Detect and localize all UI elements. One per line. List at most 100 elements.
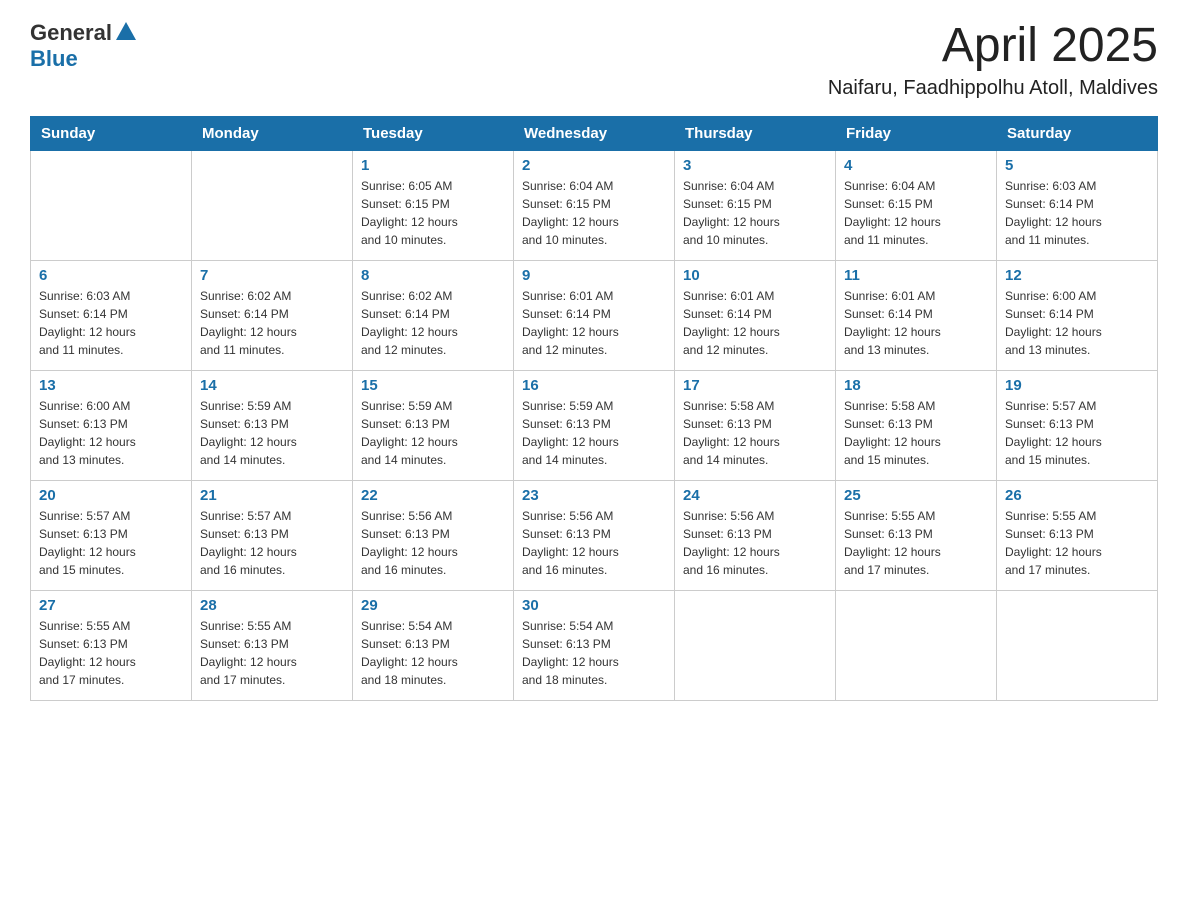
calendar-cell: [192, 150, 353, 260]
calendar-cell: 8 Sunrise: 6:02 AM Sunset: 6:14 PM Daylig…: [353, 260, 514, 370]
calendar-cell: [997, 590, 1158, 700]
day-number: 23: [522, 487, 666, 504]
day-info: Sunrise: 5:59 AM Sunset: 6:13 PM Dayligh…: [200, 397, 344, 469]
calendar-cell: 18 Sunrise: 5:58 AM Sunset: 6:13 PM Dayli…: [836, 370, 997, 480]
calendar-row: 1 Sunrise: 6:05 AM Sunset: 6:15 PM Daylig…: [31, 150, 1158, 260]
calendar-row: 13Sunrise: 6:00 AM Sunset: 6:13 PM Dayli…: [31, 370, 1158, 480]
day-number: 2: [522, 157, 666, 174]
day-number: 1: [361, 157, 505, 174]
day-info: Sunrise: 5:58 AM Sunset: 6:13 PM Dayligh…: [683, 397, 827, 469]
calendar-cell: 12 Sunrise: 6:00 AM Sunset: 6:14 PM Dayli…: [997, 260, 1158, 370]
day-number: 10: [683, 267, 827, 284]
day-info: Sunrise: 6:04 AM Sunset: 6:15 PM Dayligh…: [522, 177, 666, 249]
day-info: Sunrise: 5:57 AM Sunset: 6:13 PM Dayligh…: [200, 507, 344, 579]
weekday-header: Monday: [192, 116, 353, 150]
day-number: 6: [39, 267, 183, 284]
day-number: 16: [522, 377, 666, 394]
day-info: Sunrise: 5:57 AM Sunset: 6:13 PM Dayligh…: [1005, 397, 1149, 469]
day-number: 12: [1005, 267, 1149, 284]
calendar-body: 1 Sunrise: 6:05 AM Sunset: 6:15 PM Daylig…: [31, 150, 1158, 700]
day-info: Sunrise: 5:59 AM Sunset: 6:13 PM Dayligh…: [522, 397, 666, 469]
day-number: 17: [683, 377, 827, 394]
calendar-row: 6Sunrise: 6:03 AM Sunset: 6:14 PM Daylig…: [31, 260, 1158, 370]
day-info: Sunrise: 6:02 AM Sunset: 6:14 PM Dayligh…: [361, 287, 505, 359]
day-number: 26: [1005, 487, 1149, 504]
day-info: Sunrise: 6:04 AM Sunset: 6:15 PM Dayligh…: [844, 177, 988, 249]
calendar-cell: 10 Sunrise: 6:01 AM Sunset: 6:14 PM Dayli…: [675, 260, 836, 370]
day-info: Sunrise: 6:03 AM Sunset: 6:14 PM Dayligh…: [1005, 177, 1149, 249]
logo: General Blue: [30, 20, 136, 72]
calendar-cell: 21 Sunrise: 5:57 AM Sunset: 6:13 PM Dayli…: [192, 480, 353, 590]
calendar-cell: 5 Sunrise: 6:03 AM Sunset: 6:14 PM Daylig…: [997, 150, 1158, 260]
calendar-header: SundayMondayTuesdayWednesdayThursdayFrid…: [31, 116, 1158, 150]
page-header: General Blue April 2025 Naifaru, Faadhip…: [30, 20, 1158, 100]
day-number: 27: [39, 597, 183, 614]
day-number: 28: [200, 597, 344, 614]
day-number: 13: [39, 377, 183, 394]
day-info: Sunrise: 5:59 AM Sunset: 6:13 PM Dayligh…: [361, 397, 505, 469]
weekday-header: Tuesday: [353, 116, 514, 150]
calendar-cell: 13Sunrise: 6:00 AM Sunset: 6:13 PM Dayli…: [31, 370, 192, 480]
day-info: Sunrise: 6:01 AM Sunset: 6:14 PM Dayligh…: [683, 287, 827, 359]
day-number: 5: [1005, 157, 1149, 174]
day-info: Sunrise: 6:04 AM Sunset: 6:15 PM Dayligh…: [683, 177, 827, 249]
calendar-cell: 27 Sunrise: 5:55 AM Sunset: 6:13 PM Dayli…: [31, 590, 192, 700]
month-title: April 2025: [828, 20, 1158, 73]
day-number: 15: [361, 377, 505, 394]
calendar-cell: 4 Sunrise: 6:04 AM Sunset: 6:15 PM Daylig…: [836, 150, 997, 260]
logo-triangle-icon: [116, 22, 136, 45]
day-number: 8: [361, 267, 505, 284]
weekday-header: Friday: [836, 116, 997, 150]
day-number: 11: [844, 267, 988, 284]
day-info: Sunrise: 5:55 AM Sunset: 6:13 PM Dayligh…: [200, 617, 344, 689]
calendar-cell: [31, 150, 192, 260]
day-info: Sunrise: 5:57 AM Sunset: 6:13 PM Dayligh…: [39, 507, 183, 579]
calendar-table: SundayMondayTuesdayWednesdayThursdayFrid…: [30, 116, 1158, 701]
day-number: 4: [844, 157, 988, 174]
day-number: 25: [844, 487, 988, 504]
calendar-cell: 22Sunrise: 5:56 AM Sunset: 6:13 PM Dayli…: [353, 480, 514, 590]
calendar-cell: 17 Sunrise: 5:58 AM Sunset: 6:13 PM Dayli…: [675, 370, 836, 480]
day-info: Sunrise: 5:56 AM Sunset: 6:13 PM Dayligh…: [361, 507, 505, 579]
day-number: 7: [200, 267, 344, 284]
weekday-header: Saturday: [997, 116, 1158, 150]
calendar-row: 27 Sunrise: 5:55 AM Sunset: 6:13 PM Dayli…: [31, 590, 1158, 700]
day-number: 9: [522, 267, 666, 284]
day-info: Sunrise: 5:55 AM Sunset: 6:13 PM Dayligh…: [1005, 507, 1149, 579]
day-number: 3: [683, 157, 827, 174]
day-number: 14: [200, 377, 344, 394]
calendar-cell: [836, 590, 997, 700]
calendar-cell: 29 Sunrise: 5:54 AM Sunset: 6:13 PM Dayli…: [353, 590, 514, 700]
day-info: Sunrise: 6:00 AM Sunset: 6:14 PM Dayligh…: [1005, 287, 1149, 359]
day-info: Sunrise: 5:55 AM Sunset: 6:13 PM Dayligh…: [844, 507, 988, 579]
day-info: Sunrise: 5:54 AM Sunset: 6:13 PM Dayligh…: [522, 617, 666, 689]
calendar-cell: 3 Sunrise: 6:04 AM Sunset: 6:15 PM Daylig…: [675, 150, 836, 260]
calendar-cell: 28 Sunrise: 5:55 AM Sunset: 6:13 PM Dayli…: [192, 590, 353, 700]
calendar-cell: 1 Sunrise: 6:05 AM Sunset: 6:15 PM Daylig…: [353, 150, 514, 260]
calendar-cell: 9 Sunrise: 6:01 AM Sunset: 6:14 PM Daylig…: [514, 260, 675, 370]
day-number: 20: [39, 487, 183, 504]
calendar-cell: 24Sunrise: 5:56 AM Sunset: 6:13 PM Dayli…: [675, 480, 836, 590]
day-number: 21: [200, 487, 344, 504]
day-info: Sunrise: 6:01 AM Sunset: 6:14 PM Dayligh…: [522, 287, 666, 359]
calendar-cell: 14 Sunrise: 5:59 AM Sunset: 6:13 PM Dayli…: [192, 370, 353, 480]
calendar-cell: [675, 590, 836, 700]
day-number: 19: [1005, 377, 1149, 394]
weekday-header: Thursday: [675, 116, 836, 150]
day-info: Sunrise: 5:55 AM Sunset: 6:13 PM Dayligh…: [39, 617, 183, 689]
weekday-header: Sunday: [31, 116, 192, 150]
logo-general-text: General: [30, 20, 112, 46]
weekday-header: Wednesday: [514, 116, 675, 150]
day-info: Sunrise: 5:54 AM Sunset: 6:13 PM Dayligh…: [361, 617, 505, 689]
day-number: 18: [844, 377, 988, 394]
calendar-cell: 16 Sunrise: 5:59 AM Sunset: 6:13 PM Dayli…: [514, 370, 675, 480]
calendar-cell: 19 Sunrise: 5:57 AM Sunset: 6:13 PM Dayli…: [997, 370, 1158, 480]
calendar-cell: 20 Sunrise: 5:57 AM Sunset: 6:13 PM Dayli…: [31, 480, 192, 590]
calendar-cell: 26 Sunrise: 5:55 AM Sunset: 6:13 PM Dayli…: [997, 480, 1158, 590]
calendar-cell: 30Sunrise: 5:54 AM Sunset: 6:13 PM Dayli…: [514, 590, 675, 700]
calendar-cell: 2 Sunrise: 6:04 AM Sunset: 6:15 PM Daylig…: [514, 150, 675, 260]
day-info: Sunrise: 5:58 AM Sunset: 6:13 PM Dayligh…: [844, 397, 988, 469]
day-info: Sunrise: 6:05 AM Sunset: 6:15 PM Dayligh…: [361, 177, 505, 249]
day-number: 29: [361, 597, 505, 614]
day-info: Sunrise: 6:02 AM Sunset: 6:14 PM Dayligh…: [200, 287, 344, 359]
